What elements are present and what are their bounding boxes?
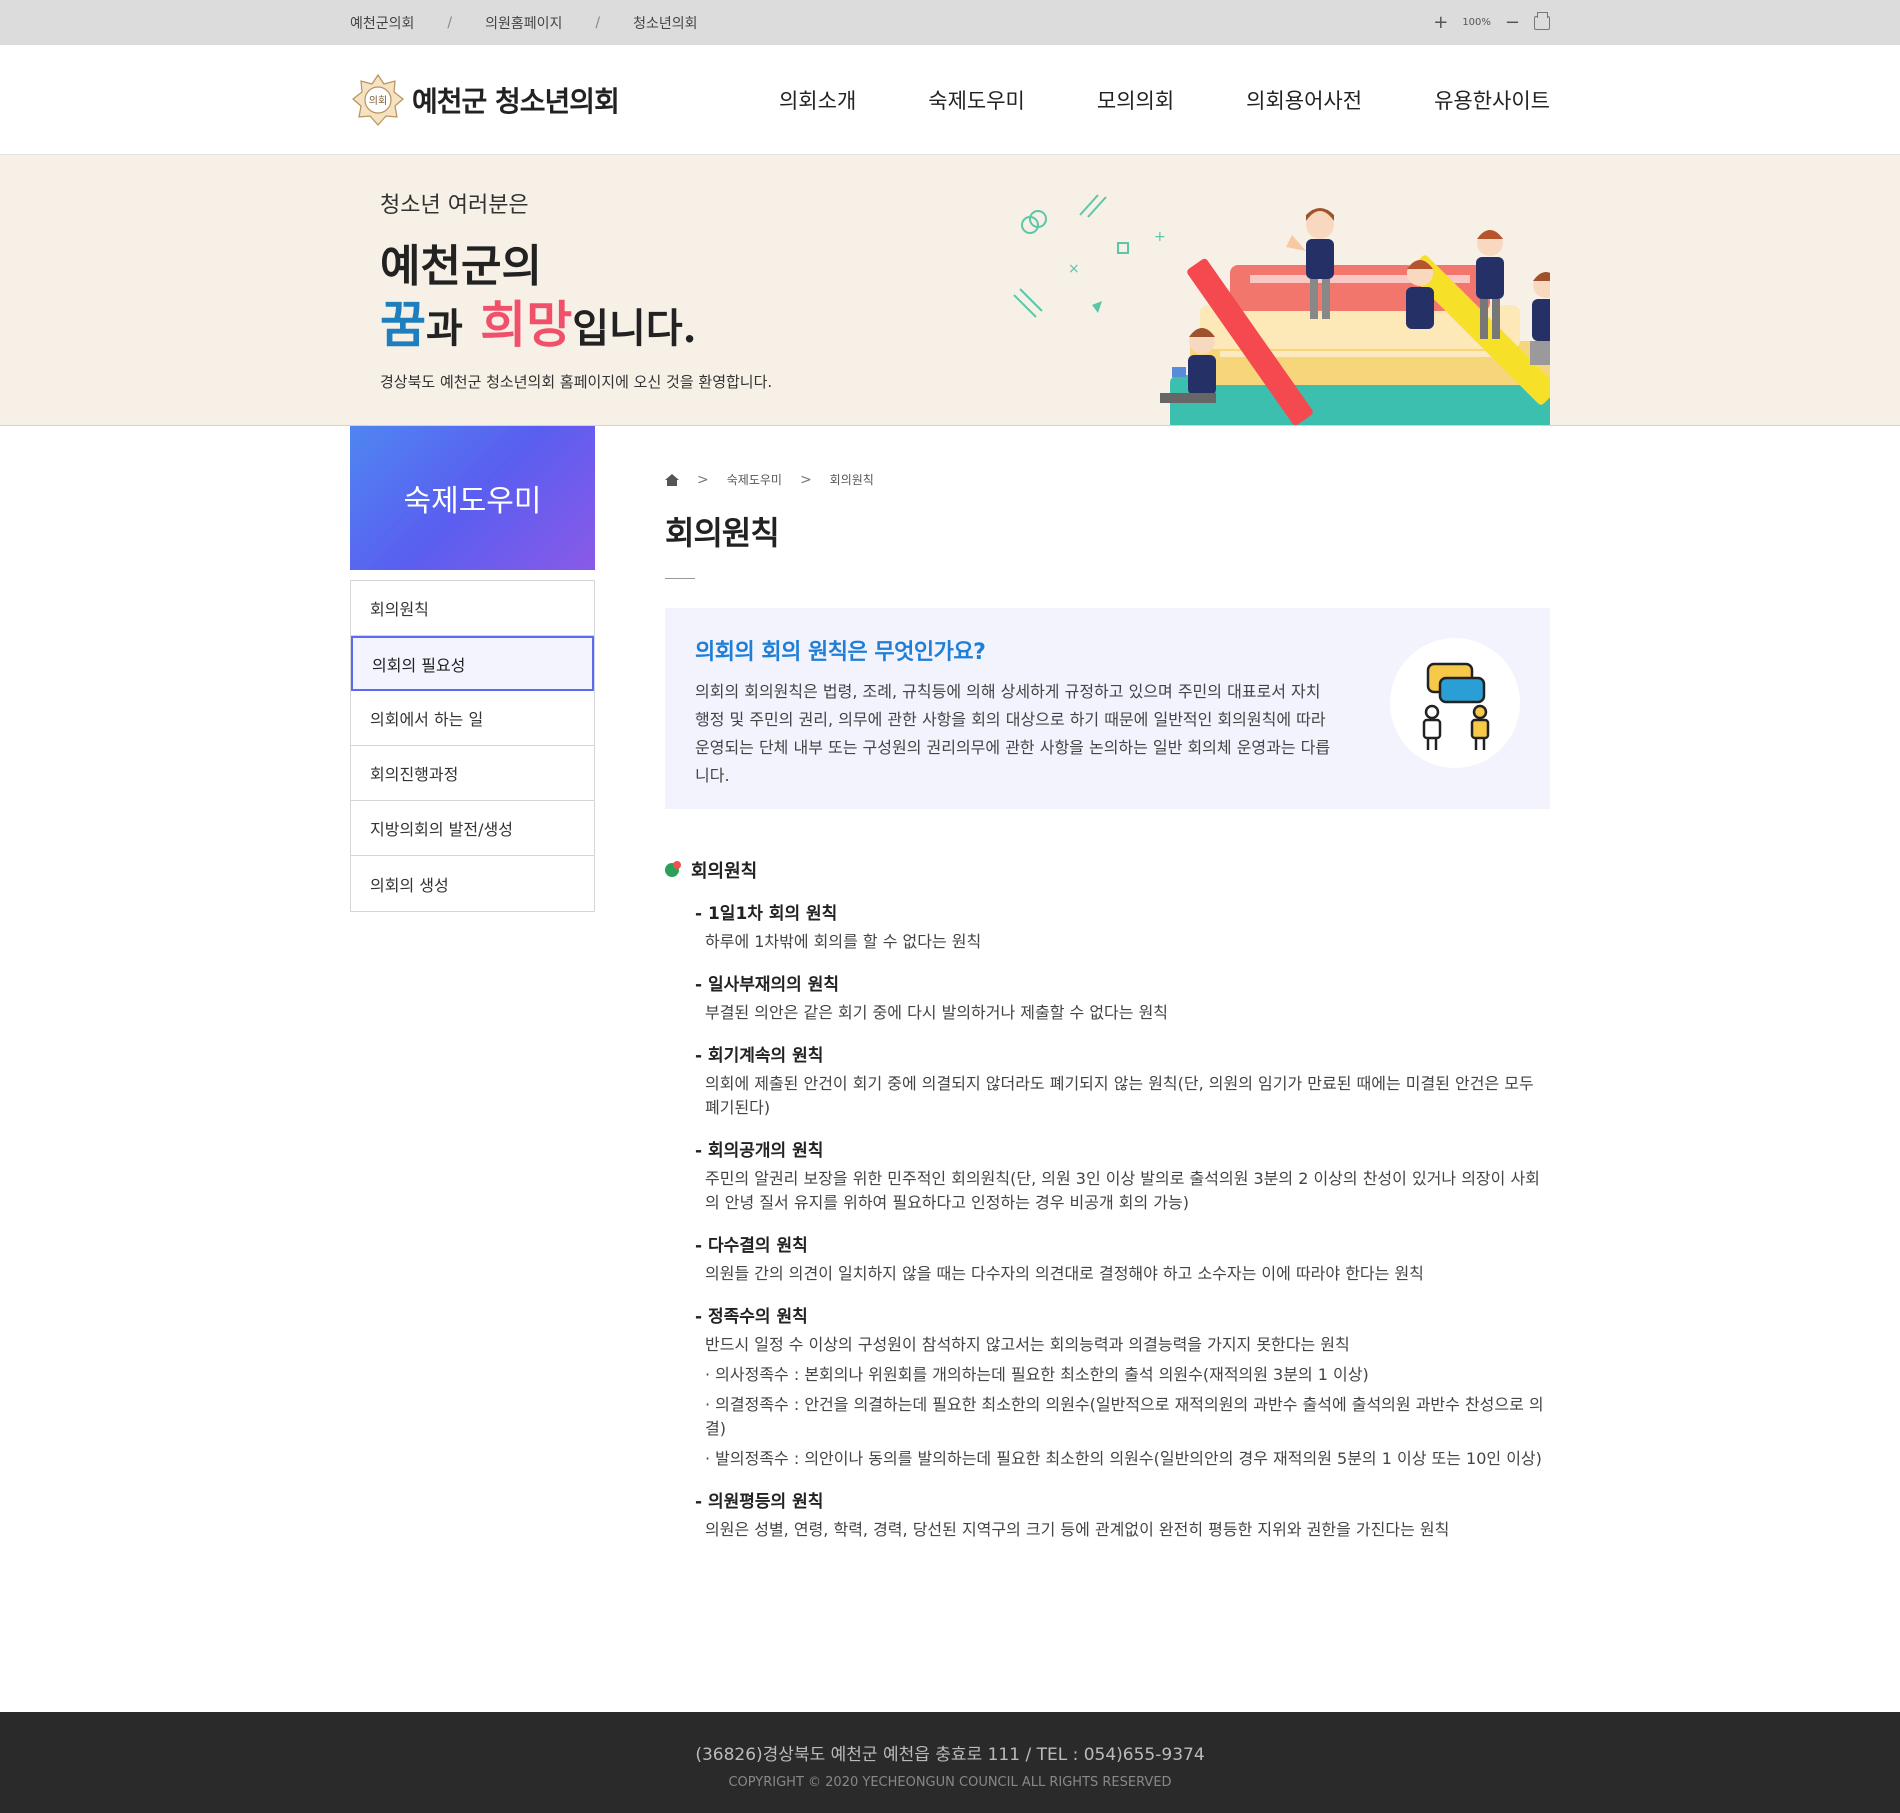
site-header: 의회 예천군 청소년의회 의회소개 숙제도우미 모의의회 의회용어사전 유용한사… — [0, 45, 1900, 155]
side-nav-list: 회의원칙 의회의 필요성 의회에서 하는 일 회의진행과정 지방의회의 발전/생… — [350, 580, 595, 912]
link-youth-council[interactable]: 청소년의회 — [633, 13, 697, 33]
rule-name: - 1일1차 회의 원칙 — [695, 904, 838, 924]
council-emblem-icon: 의회 — [352, 73, 404, 126]
rule-bullet: · 발의정족수 : 의안이나 동의를 발의하는데 필요한 최소한의 의원수(일반… — [705, 1449, 1542, 1468]
rule-name: - 다수결의 원칙 — [695, 1236, 808, 1256]
hero-and: 과 — [426, 305, 463, 352]
printer-icon[interactable] — [1534, 11, 1550, 30]
rule-name: - 의원평등의 원칙 — [695, 1492, 824, 1512]
rule-desc: 부결된 의안은 같은 회기 중에 다시 발의하거나 제출할 수 없다는 원칙 — [705, 1003, 1169, 1022]
nav-homework-helper[interactable]: 숙제도우미 — [928, 85, 1025, 115]
breadcrumb-item[interactable]: 숙제도우미 — [727, 471, 782, 488]
page-title: 회의원칙 — [665, 514, 780, 552]
rule-name: - 회기계속의 원칙 — [695, 1046, 824, 1066]
list-item: - 회기계속의 원칙 의회에 제출된 안건이 회기 중에 의결되지 않더라도 폐… — [695, 1041, 1550, 1120]
separator: / — [595, 14, 601, 31]
people-talking-icon — [1422, 662, 1490, 750]
hero-welcome-text: 경상북도 예천군 청소년의회 홈페이지에 오신 것을 환영합니다. — [380, 373, 773, 391]
dot-icon — [665, 861, 681, 877]
rule-bullet: · 의결정족수 : 안건을 의결하는데 필요한 최소한의 의원수(일반적으로 재… — [705, 1395, 1544, 1438]
nav-council-intro[interactable]: 의회소개 — [779, 85, 856, 115]
list-item: - 일사부재의의 원칙 부결된 의안은 같은 회기 중에 다시 발의하거나 제출… — [695, 970, 1550, 1025]
main-navigation: 의회소개 숙제도우미 모의의회 의회용어사전 유용한사이트 — [779, 85, 1550, 115]
side-nav-title: 숙제도우미 — [350, 426, 595, 570]
separator: / — [447, 14, 453, 31]
info-illustration — [1390, 638, 1520, 768]
hero-subtitle: 청소년 여러분은 — [380, 193, 529, 218]
rule-desc: 주민의 알권리 보장을 위한 민주적인 회의원칙(단, 의원 3인 이상 발의로… — [705, 1169, 1540, 1212]
list-item: - 다수결의 원칙 의원들 간의 의견이 일치하지 않을 때는 다수자의 의견대… — [695, 1231, 1550, 1286]
rule-bullet: · 의사정족수 : 본회의나 위원회를 개의하는데 필요한 최소한의 출석 의원… — [705, 1365, 1369, 1384]
chevron-right-icon: > — [697, 471, 709, 488]
rule-desc: 의원은 성별, 연령, 학력, 경력, 당선된 지역구의 크기 등에 관계없이 … — [705, 1520, 1450, 1539]
svg-text:×: × — [1068, 261, 1080, 277]
hero-headline-2: 꿈과 희망입니다. — [380, 285, 697, 357]
rule-name: - 일사부재의의 원칙 — [695, 975, 840, 995]
site-logo[interactable]: 의회 예천군 청소년의회 — [350, 72, 620, 128]
rule-desc: 하루에 1차밖에 회의를 할 수 없다는 원칙 — [705, 932, 982, 951]
emblem-text: 의회 — [369, 95, 387, 107]
content-area: > 숙제도우미 > 회의원칙 회의원칙 의회의 회의 원칙은 무엇인가요? 의회… — [665, 426, 1550, 1542]
side-nav-item-meeting-process[interactable]: 회의진행과정 — [351, 746, 594, 801]
title-divider — [665, 578, 695, 579]
zoom-level: 100% — [1462, 17, 1491, 28]
svg-text:+: + — [1154, 229, 1166, 245]
footer-address: (36826)경상북도 예천군 예천읍 충효로 111 / TEL : 054)… — [695, 1745, 1205, 1765]
info-box: 의회의 회의 원칙은 무엇인가요? 의회의 회의원칙은 법령, 조례, 규칙등에… — [665, 608, 1550, 809]
info-text: 의회의 회의원칙은 법령, 조례, 규칙등에 의해 상세하게 규정하고 있으며 … — [695, 682, 1331, 785]
rule-desc: 반드시 일정 수 이상의 구성원이 참석하지 않고서는 회의능력과 의결능력을 … — [705, 1335, 1350, 1354]
chevron-right-icon: > — [799, 471, 812, 488]
side-nav-item-council-work[interactable]: 의회에서 하는 일 — [351, 691, 594, 746]
section-title: 회의원칙 — [691, 861, 758, 882]
section-heading: 회의원칙 — [665, 857, 1550, 883]
link-council[interactable]: 예천군의회 — [350, 13, 414, 33]
zoom-controls: + 100% − — [1433, 11, 1550, 32]
home-icon[interactable] — [665, 473, 679, 486]
students-on-books-illustration: × + — [1013, 194, 1550, 425]
list-item: - 의원평등의 원칙 의원은 성별, 연령, 학력, 경력, 당선된 지역구의 … — [695, 1487, 1550, 1542]
nav-useful-sites[interactable]: 유용한사이트 — [1434, 85, 1550, 115]
side-nav-item-meeting-principles[interactable]: 회의원칙 — [351, 581, 594, 636]
hero-dream: 꿈 — [380, 295, 426, 354]
site-footer: (36826)경상북도 예천군 예천읍 충효로 111 / TEL : 054)… — [0, 1712, 1900, 1813]
list-item: - 회의공개의 원칙 주민의 알권리 보장을 위한 민주적인 회의원칙(단, 의… — [695, 1136, 1550, 1215]
link-member-homepage[interactable]: 의원홈페이지 — [485, 13, 562, 33]
zoom-out-button[interactable]: − — [1505, 13, 1520, 32]
rule-name: - 정족수의 원칙 — [695, 1307, 808, 1327]
list-item: - 정족수의 원칙 반드시 일정 수 이상의 구성원이 참석하지 않고서는 회의… — [695, 1302, 1550, 1471]
top-utility-bar: 예천군의회 / 의원홈페이지 / 청소년의회 + 100% − — [0, 0, 1900, 45]
hero-hope: 희망 — [480, 295, 573, 354]
logo-text: 예천군 청소년의회 — [412, 85, 620, 118]
side-nav-item-council-origin[interactable]: 의회의 생성 — [351, 856, 594, 911]
nav-glossary[interactable]: 의회용어사전 — [1246, 85, 1362, 115]
zoom-in-button[interactable]: + — [1433, 13, 1448, 32]
rule-desc: 의원들 간의 의견이 일치하지 않을 때는 다수자의 의견대로 결정해야 하고 … — [705, 1264, 1424, 1283]
side-nav-item-need-for-council[interactable]: 의회의 필요성 — [351, 636, 594, 691]
footer-copyright: COPYRIGHT © 2020 YECHEONGUN COUNCIL ALL … — [728, 1775, 1172, 1790]
breadcrumb: > 숙제도우미 > 회의원칙 — [665, 471, 1550, 488]
nav-mock-council[interactable]: 모의의회 — [1097, 85, 1174, 115]
breadcrumb-current: 회의원칙 — [829, 473, 874, 487]
side-navigation: 숙제도우미 회의원칙 의회의 필요성 의회에서 하는 일 회의진행과정 지방의회… — [350, 426, 595, 1542]
rule-name: - 회의공개의 원칙 — [695, 1141, 824, 1161]
list-item: - 1일1차 회의 원칙 하루에 1차밖에 회의를 할 수 없다는 원칙 — [695, 899, 1550, 954]
hero-is: 입니다. — [572, 305, 697, 352]
family-site-links: 예천군의회 / 의원홈페이지 / 청소년의회 — [350, 13, 698, 33]
rules-list: - 1일1차 회의 원칙 하루에 1차밖에 회의를 할 수 없다는 원칙 - 일… — [695, 899, 1550, 1542]
rule-desc: 의회에 제출된 안건이 회기 중에 의결되지 않더라도 폐기되지 않는 원칙(단… — [705, 1074, 1534, 1117]
main-area: 숙제도우미 회의원칙 의회의 필요성 의회에서 하는 일 회의진행과정 지방의회… — [0, 426, 1900, 1542]
side-nav-item-local-council-history[interactable]: 지방의회의 발전/생성 — [351, 801, 594, 856]
hero-banner: 청소년 여러분은 예천군의 꿈과 희망입니다. 경상북도 예천군 청소년의회 홈… — [0, 155, 1900, 426]
